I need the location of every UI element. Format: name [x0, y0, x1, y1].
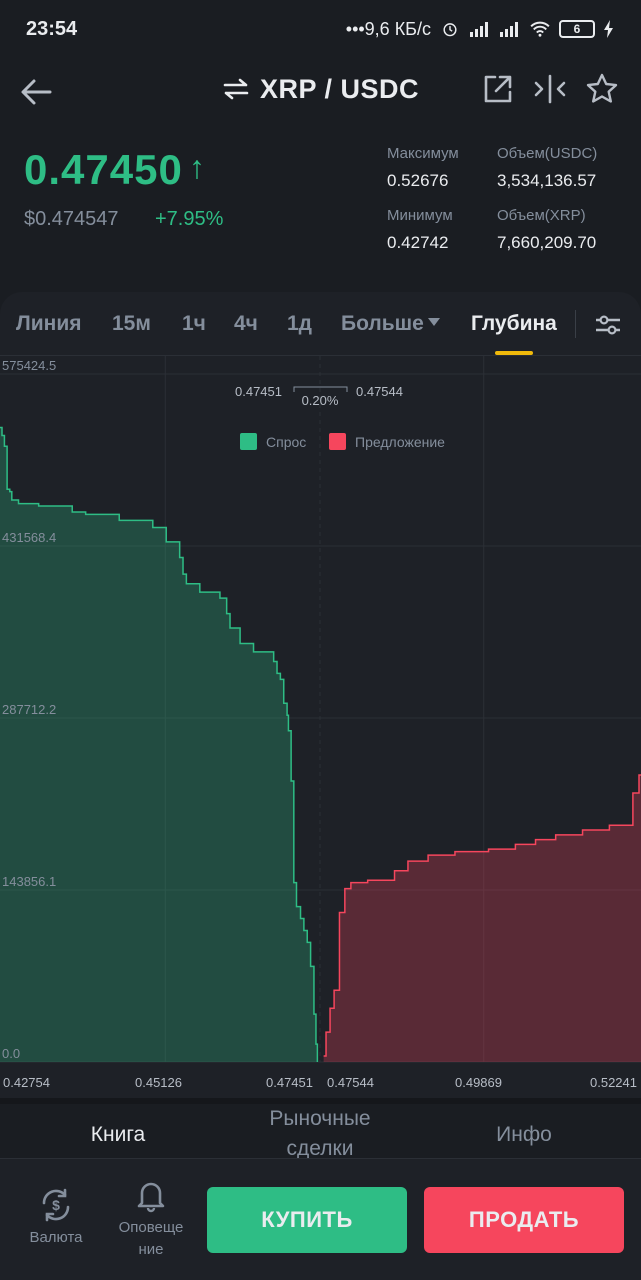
x-tick-label: 0.49869 — [455, 1075, 502, 1090]
x-tick-label: 0.52241 — [590, 1075, 637, 1090]
tab-market-trades-line1: Рыночные — [269, 1107, 371, 1130]
legend-bid-label: Спрос — [266, 434, 306, 450]
low-stat: Минимум 0.42742 — [387, 207, 453, 253]
star-icon[interactable] — [585, 72, 619, 106]
y-tick-label: 431568.4 — [2, 530, 56, 545]
x-tick-label: 0.42754 — [3, 1075, 50, 1090]
usd-price: $0.474547 — [24, 208, 119, 230]
price-up-arrow-icon: ↑ — [188, 149, 206, 185]
bell-icon — [137, 1182, 165, 1213]
vol-base-label: Объем(XRP) — [497, 207, 586, 224]
tab-divider — [575, 310, 576, 338]
high-value: 0.52676 — [387, 171, 449, 190]
tab-depth[interactable]: Глубина — [471, 312, 557, 336]
y-tick-label: 0.0 — [2, 1046, 20, 1061]
y-tick-label: 287712.2 — [2, 702, 56, 717]
y-tick-label: 575424.5 — [2, 358, 56, 373]
chart-interval-tabs: Линия 15м 1ч 4ч 1д Больше Глубина — [0, 292, 641, 356]
vol-quote-value: 3,534,136.57 — [497, 171, 597, 190]
chart-settings-icon[interactable] — [594, 312, 622, 338]
last-price: 0.47450 ↑ — [24, 146, 206, 194]
currency-label: Валюта — [29, 1229, 83, 1246]
swap-icon[interactable] — [222, 78, 250, 100]
network-speed: •••9,6 КБ/с — [345, 18, 431, 39]
ask-depth-area — [323, 775, 641, 1062]
alerts-button[interactable]: Оповеще ние — [108, 1177, 194, 1261]
svg-text:$: $ — [52, 1197, 60, 1213]
buy-button[interactable]: КУПИТЬ — [207, 1187, 407, 1253]
tab-1h[interactable]: 1ч — [182, 312, 206, 336]
alerts-label-line2: ние — [138, 1241, 164, 1258]
pair-header: XRP / USDC — [0, 58, 641, 124]
alarm-icon — [443, 23, 457, 37]
y-tick-label: 143856.1 — [2, 874, 56, 889]
action-bar: $ Валюта Оповеще ние КУПИТЬ ПРОДАТЬ — [0, 1158, 641, 1280]
header-actions — [481, 72, 619, 106]
vol-quote-stat: Объем(USDC) 3,534,136.57 — [497, 145, 597, 191]
vol-base-stat: Объем(XRP) 7,660,209.70 — [497, 207, 596, 253]
spread-bid-label: 0.47451 — [235, 384, 282, 399]
currency-button[interactable]: $ Валюта — [18, 1187, 94, 1249]
high-label: Максимум — [387, 145, 459, 162]
x-tick-label: 0.47544 — [327, 1075, 374, 1090]
spread-pct-label: 0.20% — [302, 393, 339, 408]
spread-ask-label: 0.47544 — [356, 384, 403, 399]
vol-base-value: 7,660,209.70 — [497, 233, 597, 252]
status-bar: 23:54 •••9,6 КБ/с 6 — [0, 0, 641, 58]
status-time: 23:54 — [26, 17, 78, 40]
tab-line[interactable]: Линия — [16, 312, 82, 336]
vol-quote-label: Объем(USDC) — [497, 145, 598, 162]
caret-down-icon — [427, 318, 440, 326]
back-arrow-icon[interactable] — [16, 72, 56, 112]
signal-icon-2 — [500, 22, 518, 37]
pair-name[interactable]: XRP / USDC — [260, 74, 419, 104]
low-value: 0.42742 — [387, 233, 449, 252]
active-tab-indicator — [495, 351, 533, 355]
tab-1d[interactable]: 1д — [287, 312, 312, 336]
last-price-value: 0.47450 — [24, 146, 183, 193]
alerts-label-line1: Оповеще — [118, 1219, 184, 1236]
x-tick-label: 0.45126 — [135, 1075, 182, 1090]
legend-bid-swatch — [240, 433, 257, 450]
tab-more-label: Больше — [341, 312, 424, 335]
currency-exchange-icon: $ — [42, 1188, 70, 1222]
tab-orderbook[interactable]: Книга — [58, 1120, 178, 1150]
x-tick-label: 0.47451 — [266, 1075, 313, 1090]
low-label: Минимум — [387, 207, 453, 224]
bottom-tabs: Книга Рыночные сделки Инфо — [0, 1098, 641, 1160]
legend-ask-swatch — [329, 433, 346, 450]
compare-icon[interactable] — [533, 72, 567, 106]
external-link-icon[interactable] — [481, 72, 515, 106]
legend-ask-label: Предложение — [355, 434, 445, 450]
tab-15m[interactable]: 15м — [112, 312, 151, 336]
high-stat: Максимум 0.52676 — [387, 145, 459, 191]
bid-depth-area — [0, 427, 318, 1063]
wifi-icon — [530, 21, 550, 37]
status-indicators: •••9,6 КБ/с 6 — [346, 19, 615, 40]
tab-4h[interactable]: 4ч — [234, 312, 258, 336]
price-change: +7.95% — [155, 208, 224, 230]
charging-icon — [604, 20, 613, 38]
tab-more[interactable]: Больше — [341, 312, 440, 336]
depth-chart[interactable]: 575424.5 431568.4 287712.2 143856.1 0.0 0.427… — [0, 356, 641, 1092]
tab-info[interactable]: Инфо — [464, 1120, 584, 1150]
tab-market-trades[interactable]: Рыночные сделки — [240, 1104, 400, 1164]
signal-icon — [470, 22, 488, 37]
battery-icon: 6 — [559, 20, 595, 38]
sell-button[interactable]: ПРОДАТЬ — [424, 1187, 624, 1253]
